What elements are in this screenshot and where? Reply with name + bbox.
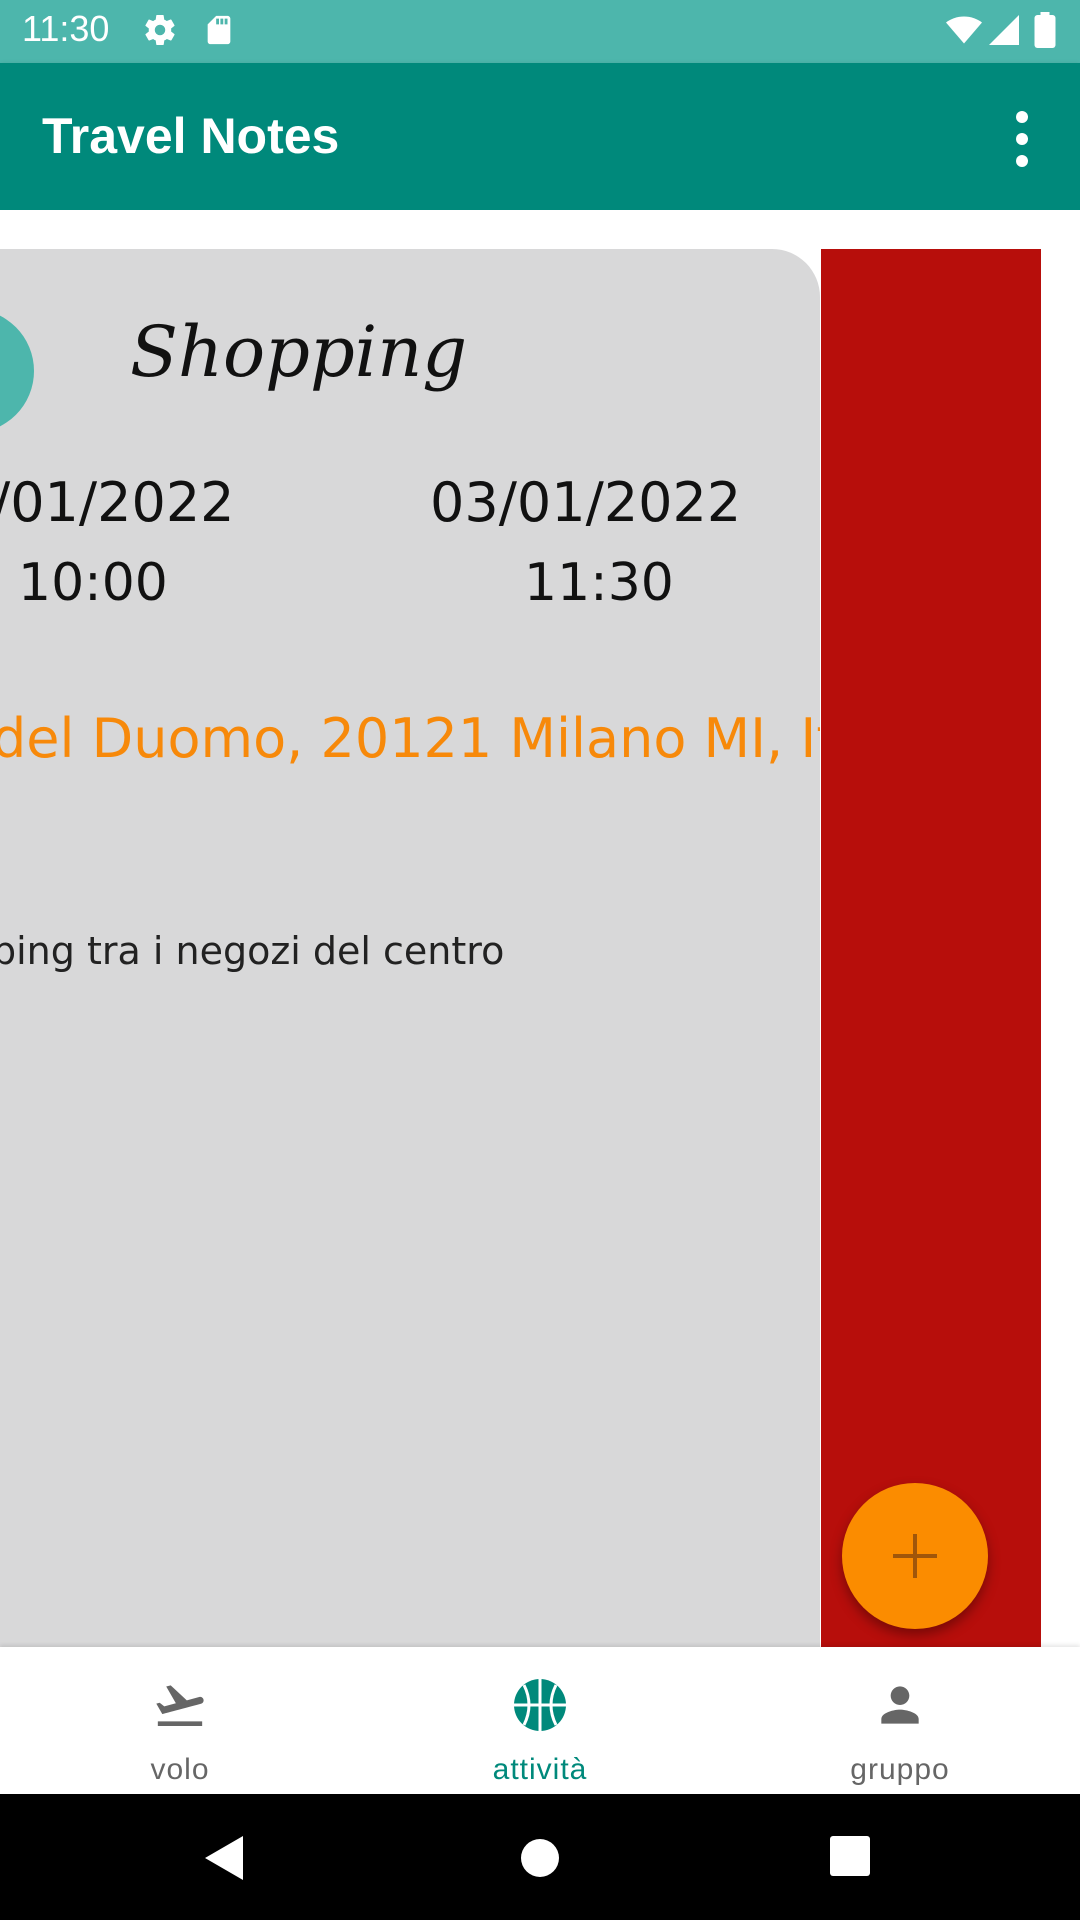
activity-title: Shopping — [130, 311, 468, 393]
wifi-icon — [944, 12, 984, 52]
basketball-icon — [512, 1677, 568, 1733]
start-time: 10:00 — [18, 553, 168, 613]
recents-icon[interactable] — [830, 1836, 870, 1880]
settings-icon — [142, 12, 178, 52]
app-title: Travel Notes — [42, 108, 340, 164]
nav-label-gruppo: gruppo — [850, 1753, 950, 1786]
activity-avatar — [0, 309, 34, 433]
app-bar: Travel Notes — [0, 63, 1080, 210]
nav-item-attivita[interactable]: attività — [360, 1647, 720, 1794]
flight-takeoff-icon — [152, 1677, 208, 1733]
home-icon[interactable] — [520, 1838, 560, 1882]
status-bar: 11:30 — [0, 0, 1080, 63]
signal-icon — [986, 12, 1022, 52]
start-date: /01/2022 — [0, 471, 235, 534]
nav-label-volo: volo — [150, 1753, 210, 1786]
swipe-delete-background — [821, 249, 1041, 1647]
activity-address[interactable]: del Duomo, 20121 Milano MI, Italy — [0, 707, 820, 770]
nav-label-attivita: attività — [492, 1753, 588, 1786]
person-icon — [872, 1677, 928, 1733]
activity-description: ping tra i negozi del centro — [0, 929, 505, 973]
add-activity-button[interactable] — [842, 1483, 988, 1629]
back-icon[interactable] — [205, 1836, 245, 1884]
activity-card[interactable]: Shopping /01/2022 10:00 03/01/2022 11:30… — [0, 249, 820, 1647]
plus-icon — [887, 1528, 943, 1588]
sd-card-icon — [202, 12, 236, 52]
end-time: 11:30 — [524, 553, 674, 613]
activity-list[interactable]: Shopping /01/2022 10:00 03/01/2022 11:30… — [0, 210, 1080, 1647]
nav-item-gruppo[interactable]: gruppo — [720, 1647, 1080, 1794]
end-date: 03/01/2022 — [430, 471, 742, 534]
nav-item-volo[interactable]: volo — [0, 1647, 360, 1794]
more-vert-icon[interactable] — [1000, 107, 1044, 171]
system-navigation-bar — [0, 1794, 1080, 1920]
bottom-navigation: volo attività gruppo — [0, 1647, 1080, 1794]
status-time: 11:30 — [22, 8, 110, 49]
battery-icon — [1034, 12, 1056, 52]
